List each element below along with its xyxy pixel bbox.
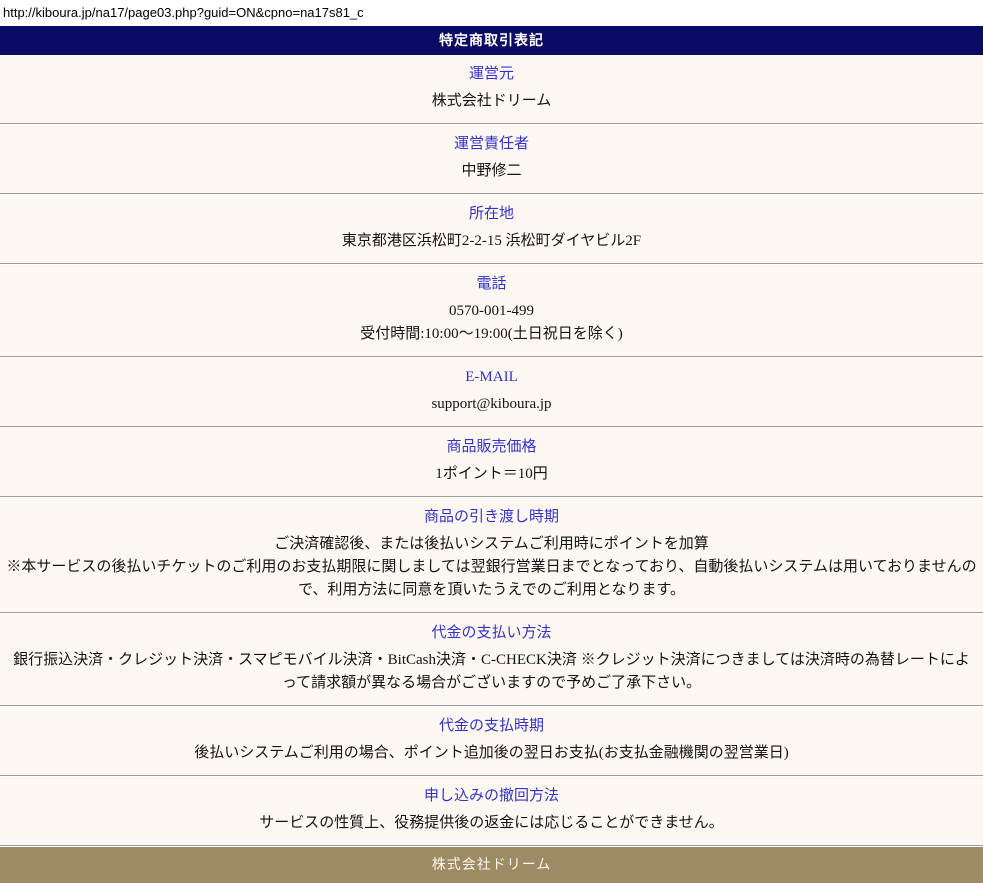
- page-title: 特定商取引表記: [439, 32, 544, 48]
- section-payment-time-value: 後払いシステムご利用の場合、ポイント追加後の翌日お支払(お支払金融機関の翌営業日…: [6, 742, 977, 765]
- section-manager-heading: 運営責任者: [6, 134, 977, 155]
- section-manager-value: 中野修二: [6, 160, 977, 183]
- section-phone-number: 0570-001-499: [6, 300, 977, 323]
- section-manager: 運営責任者 中野修二: [0, 125, 983, 193]
- section-payment-time-heading: 代金の支払時期: [6, 716, 977, 737]
- section-price-heading: 商品販売価格: [6, 437, 977, 458]
- section-cancellation: 申し込みの撤回方法 サービスの性質上、役務提供後の返金には応じることができません…: [0, 777, 983, 845]
- section-address-heading: 所在地: [6, 204, 977, 225]
- url-text: http://kiboura.jp/na17/page03.php?guid=O…: [0, 0, 983, 26]
- section-delivery-heading: 商品の引き渡し時期: [6, 507, 977, 528]
- section-price-value: 1ポイント＝10円: [6, 463, 977, 486]
- section-phone: 電話 0570-001-499 受付時間:10:00〜19:00(土日祝日を除く…: [0, 265, 983, 356]
- section-cancellation-heading: 申し込みの撤回方法: [6, 786, 977, 807]
- section-payment-method-heading: 代金の支払い方法: [6, 623, 977, 644]
- footer-company-name: 株式会社ドリーム: [432, 856, 552, 872]
- section-phone-heading: 電話: [6, 274, 977, 295]
- section-email: E-MAIL support@kiboura.jp: [0, 358, 983, 426]
- section-delivery-note: ※本サービスの後払いチケットのご利用のお支払期限に関しましては翌銀行営業日までと…: [6, 556, 977, 602]
- section-email-value: support@kiboura.jp: [6, 393, 977, 416]
- page-title-bar: 特定商取引表記: [0, 26, 983, 55]
- section-cancellation-value: サービスの性質上、役務提供後の返金には応じることができません。: [6, 812, 977, 835]
- section-payment-method-value: 銀行振込決済・クレジット決済・スマピモバイル決済・BitCash決済・C-CHE…: [6, 649, 977, 695]
- section-address-value: 東京都港区浜松町2-2-15 浜松町ダイヤビル2F: [6, 230, 977, 253]
- footer-bar: 株式会社ドリーム: [0, 847, 983, 883]
- section-email-heading: E-MAIL: [6, 367, 977, 388]
- page: http://kiboura.jp/na17/page03.php?guid=O…: [0, 0, 983, 883]
- section-operator: 運営元 株式会社ドリーム: [0, 55, 983, 123]
- content: 運営元 株式会社ドリーム 運営責任者 中野修二 所在地 東京都港区浜松町2-2-…: [0, 55, 983, 847]
- section-payment-method: 代金の支払い方法 銀行振込決済・クレジット決済・スマピモバイル決済・BitCas…: [0, 614, 983, 705]
- section-delivery: 商品の引き渡し時期 ご決済確認後、または後払いシステムご利用時にポイントを加算 …: [0, 498, 983, 612]
- section-payment-time: 代金の支払時期 後払いシステムご利用の場合、ポイント追加後の翌日お支払(お支払金…: [0, 707, 983, 775]
- section-operator-heading: 運営元: [6, 64, 977, 85]
- section-price: 商品販売価格 1ポイント＝10円: [0, 428, 983, 496]
- section-phone-hours: 受付時間:10:00〜19:00(土日祝日を除く): [6, 323, 977, 346]
- section-delivery-value: ご決済確認後、または後払いシステムご利用時にポイントを加算: [6, 533, 977, 556]
- section-operator-value: 株式会社ドリーム: [6, 90, 977, 113]
- section-address: 所在地 東京都港区浜松町2-2-15 浜松町ダイヤビル2F: [0, 195, 983, 263]
